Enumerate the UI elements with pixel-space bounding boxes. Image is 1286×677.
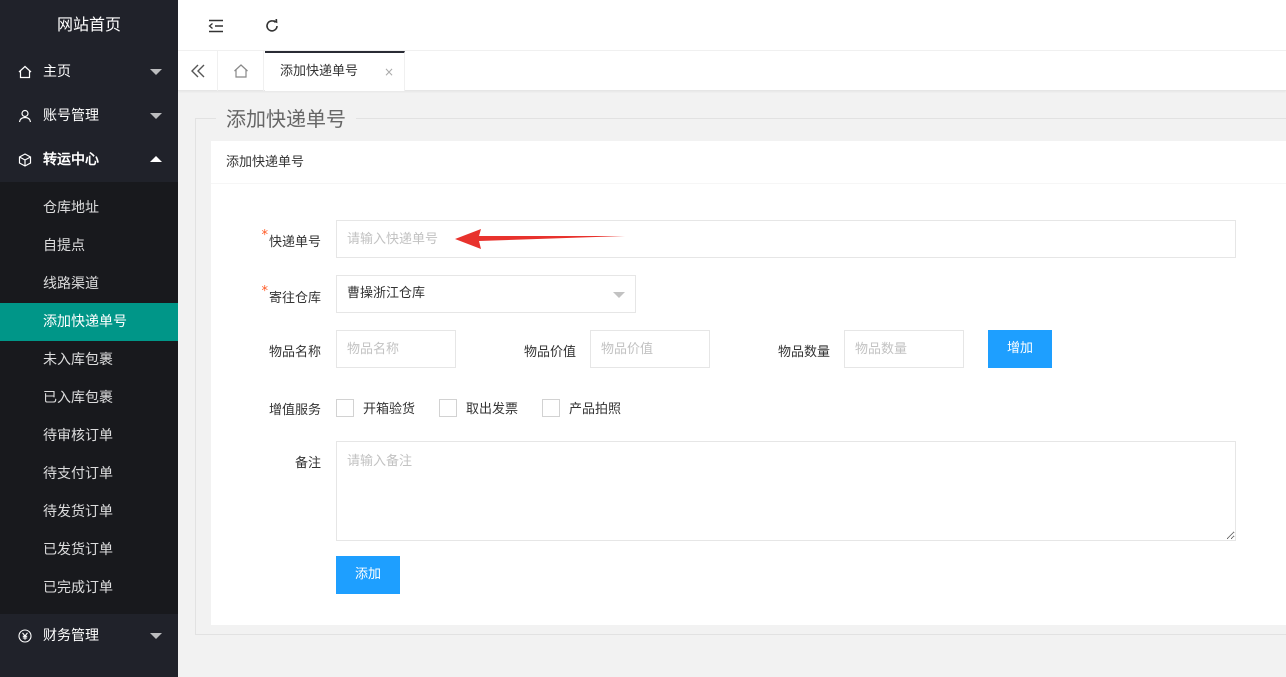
toggle-sidebar-button[interactable] bbox=[196, 0, 236, 51]
warehouse-label-text: 寄往仓库 bbox=[268, 291, 321, 306]
cube-icon bbox=[17, 138, 33, 182]
remark-textarea[interactable] bbox=[336, 441, 1236, 541]
page-title: 添加快递单号 bbox=[216, 105, 356, 133]
required-mark: * bbox=[261, 228, 268, 243]
tabs-bar: 添加快递单号 × bbox=[178, 51, 1286, 91]
sidebar-subitem-pending-payment[interactable]: 待支付订单 bbox=[0, 455, 178, 493]
tabs-scroll-left-button[interactable] bbox=[178, 51, 218, 91]
sidebar-subitem-shipped[interactable]: 已发货订单 bbox=[0, 531, 178, 569]
sidebar-subitem-route-channel[interactable]: 线路渠道 bbox=[0, 265, 178, 303]
card-title: 添加快递单号 bbox=[211, 141, 1286, 184]
form-card: 添加 快递单号 bbox=[211, 141, 1286, 625]
services-label: 增值服务 bbox=[268, 403, 321, 418]
item-name-input[interactable] bbox=[336, 330, 456, 368]
sidebar-subitem-not-stocked[interactable]: 未入库包裹 bbox=[0, 341, 178, 379]
tracking-label-text: 快递单号 bbox=[268, 235, 321, 250]
warehouse-label: *寄往仓库 bbox=[211, 284, 321, 306]
home-icon bbox=[17, 50, 33, 94]
item-value-input[interactable] bbox=[590, 330, 710, 368]
item-name-label: 物品名称 bbox=[268, 345, 321, 360]
chevron-down-icon bbox=[613, 292, 625, 298]
checkbox-box[interactable] bbox=[542, 398, 560, 417]
service-checkbox-photo[interactable]: 产品拍照 bbox=[542, 398, 621, 417]
required-mark: * bbox=[261, 284, 268, 299]
service-label: 开箱验货 bbox=[363, 402, 416, 417]
service-label: 取出发票 bbox=[466, 402, 519, 417]
home-icon bbox=[233, 64, 248, 78]
chevron-down-icon bbox=[150, 633, 162, 639]
submit-button[interactable]: 添加 bbox=[336, 556, 400, 594]
refresh-button[interactable] bbox=[252, 0, 292, 51]
service-checkbox-invoice[interactable]: 取出发票 bbox=[439, 398, 518, 417]
item-qty-label: 物品数量 bbox=[777, 345, 830, 360]
item-value-label: 物品价值 bbox=[523, 345, 576, 360]
annotation-arrow bbox=[455, 229, 625, 249]
warehouse-select-value: 曹操浙江仓库 bbox=[347, 286, 426, 301]
remark-label: 备注 bbox=[294, 456, 321, 471]
sidebar-subitem-pending-shipment[interactable]: 待发货订单 bbox=[0, 493, 178, 531]
sidebar-item-label: 财务管理 bbox=[43, 628, 99, 644]
chevron-down-icon bbox=[150, 113, 162, 119]
tab-add-tracking[interactable]: 添加快递单号 × bbox=[265, 51, 405, 91]
yen-icon bbox=[17, 614, 33, 658]
sidebar-item-label: 转运中心 bbox=[43, 152, 99, 168]
sidebar-item-label: 主页 bbox=[43, 64, 71, 80]
sidebar-item-label: 账号管理 bbox=[43, 108, 99, 124]
add-item-button[interactable]: 增加 bbox=[988, 330, 1052, 368]
warehouse-select[interactable]: 曹操浙江仓库 bbox=[336, 275, 636, 313]
tracking-label: *快递单号 bbox=[211, 228, 321, 250]
service-label: 产品拍照 bbox=[569, 402, 622, 417]
service-checkbox-inspect[interactable]: 开箱验货 bbox=[336, 398, 415, 417]
chevron-up-icon bbox=[150, 156, 162, 162]
menu-fold-icon bbox=[208, 19, 223, 32]
checkbox-box[interactable] bbox=[439, 398, 457, 417]
top-header bbox=[178, 0, 1286, 51]
checkbox-box[interactable] bbox=[336, 398, 354, 417]
user-icon bbox=[17, 94, 33, 138]
transit-subnav: 仓库地址 自提点 线路渠道 添加快递单号 未入库包裹 已入库包裹 待审核订单 待… bbox=[0, 182, 178, 614]
tab-home[interactable] bbox=[218, 51, 264, 91]
sidebar-item-finance[interactable]: 财务管理 bbox=[0, 614, 178, 658]
sidebar: 网站首页 主页 账号管理 转运中心 仓库地址 自提点 线路渠道 添加快递单号 未… bbox=[0, 0, 178, 677]
item-qty-input[interactable] bbox=[844, 330, 964, 368]
sidebar-subitem-warehouse-address[interactable]: 仓库地址 bbox=[0, 189, 178, 227]
sidebar-subitem-pending-review[interactable]: 待审核订单 bbox=[0, 417, 178, 455]
close-icon[interactable]: × bbox=[384, 53, 394, 91]
tab-label: 添加快递单号 bbox=[280, 64, 359, 79]
sidebar-subitem-pickup-point[interactable]: 自提点 bbox=[0, 227, 178, 265]
sidebar-subitem-completed[interactable]: 已完成订单 bbox=[0, 569, 178, 607]
refresh-icon bbox=[266, 18, 278, 32]
sidebar-item-account[interactable]: 账号管理 bbox=[0, 94, 178, 138]
sidebar-subitem-add-tracking[interactable]: 添加快递单号 bbox=[0, 303, 178, 341]
sidebar-subitem-stocked[interactable]: 已入库包裹 bbox=[0, 379, 178, 417]
chevron-down-icon bbox=[150, 69, 162, 75]
double-chevron-left-icon bbox=[190, 64, 204, 78]
sidebar-item-home[interactable]: 主页 bbox=[0, 50, 178, 94]
sidebar-item-transit[interactable]: 转运中心 bbox=[0, 138, 178, 182]
brand-title[interactable]: 网站首页 bbox=[0, 0, 178, 50]
